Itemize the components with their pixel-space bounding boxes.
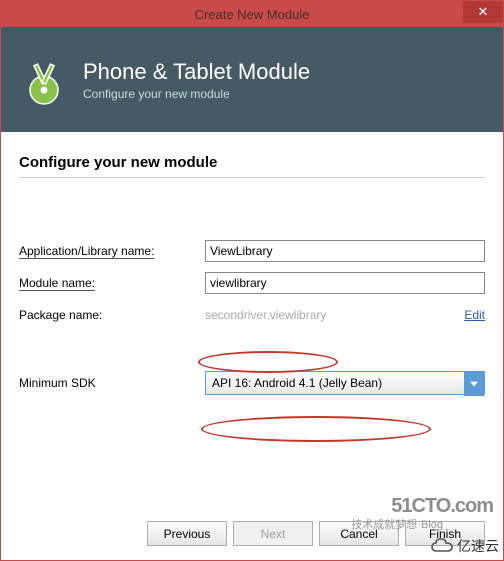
row-package-name: Package name: secondriver.viewlibrary Ed… [19, 302, 485, 328]
watermark-yisu: 亿速云 [431, 536, 499, 556]
main-content: Configure your new module Application/Li… [1, 132, 503, 396]
annotation-ring-sdk [201, 416, 431, 442]
label-package-name: Package name: [19, 308, 205, 322]
hero-title: Phone & Tablet Module [83, 59, 310, 85]
label-min-sdk: Minimum SDK [19, 376, 205, 390]
hero-banner: Phone & Tablet Module Configure your new… [1, 27, 503, 132]
titlebar: Create New Module ✕ [1, 1, 503, 27]
label-module-name: Module name: [19, 276, 205, 290]
value-package-name: secondriver.viewlibrary [205, 308, 458, 322]
row-min-sdk: Minimum SDK API 16: Android 4.1 (Jelly B… [19, 370, 485, 396]
android-studio-icon [19, 55, 69, 105]
cloud-icon [431, 538, 453, 554]
next-button: Next [233, 521, 313, 546]
watermark-slogan: 技术成就梦想·Blog [351, 516, 443, 532]
label-app-name: Application/Library name: [19, 244, 205, 258]
input-module-name[interactable] [205, 272, 485, 294]
input-app-name[interactable] [205, 240, 485, 262]
section-title: Configure your new module [19, 154, 485, 171]
window-body: Phone & Tablet Module Configure your new… [1, 27, 503, 560]
row-app-name: Application/Library name: [19, 238, 485, 264]
hero-subtitle: Configure your new module [83, 87, 310, 101]
previous-button[interactable]: Previous [147, 521, 227, 546]
select-min-sdk[interactable]: API 16: Android 4.1 (Jelly Bean) [205, 371, 485, 395]
watermark-51cto: 51CTO.com [391, 495, 493, 518]
divider [19, 177, 485, 178]
edit-package-link[interactable]: Edit [464, 308, 485, 322]
hero-text: Phone & Tablet Module Configure your new… [83, 59, 310, 101]
window-title: Create New Module [195, 7, 310, 22]
select-min-sdk-value: API 16: Android 4.1 (Jelly Bean) [212, 376, 382, 390]
row-module-name: Module name: [19, 270, 485, 296]
close-button[interactable]: ✕ [463, 1, 503, 23]
close-icon: ✕ [478, 4, 489, 20]
chevron-down-icon [464, 372, 484, 396]
